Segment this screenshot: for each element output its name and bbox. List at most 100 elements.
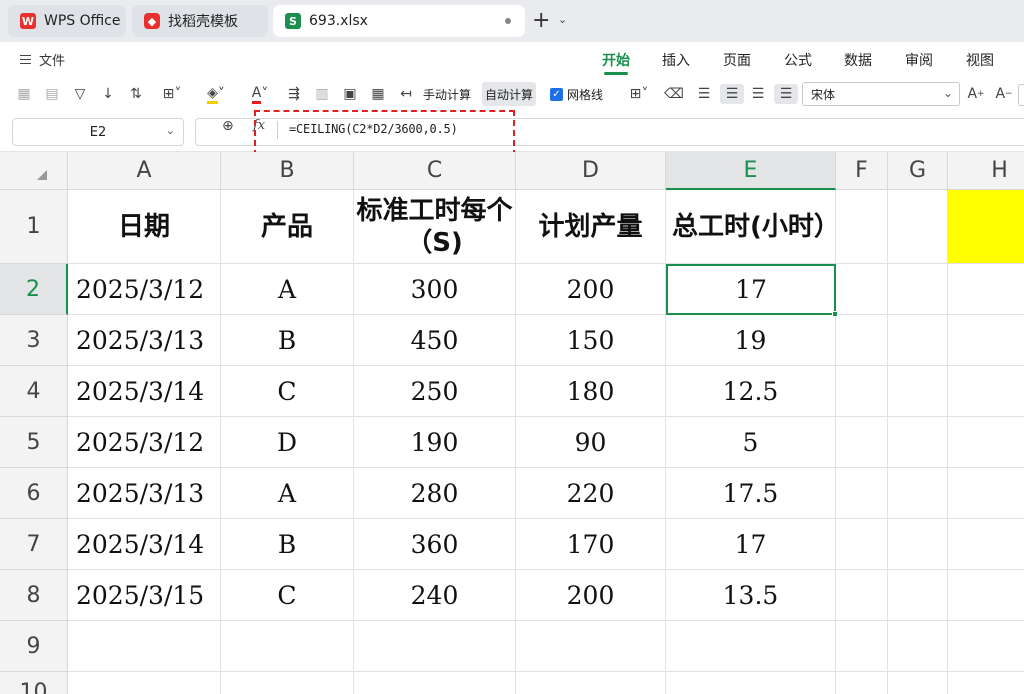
cell-d9[interactable] [516,621,666,672]
cell-c5[interactable]: 190 [354,417,516,468]
row-header-3[interactable]: 3 [0,315,68,366]
row-header-7[interactable]: 7 [0,519,68,570]
tab-home[interactable]: 开始 [602,50,630,75]
cell-d3[interactable]: 150 [516,315,666,366]
cell-b3[interactable]: B [221,315,354,366]
cell-d2[interactable]: 200 [516,264,666,315]
cell-a7[interactable]: 2025/3/14 [68,519,221,570]
cell-h5[interactable] [948,417,1024,468]
new-tab-plus-icon[interactable]: + [532,8,550,33]
cell-format-dropdown-icon[interactable]: ⊞˅ [624,84,654,104]
cell-h7[interactable] [948,519,1024,570]
cell-f7[interactable] [836,519,888,570]
font-color-icon[interactable]: A ˅ [244,84,276,104]
cell-b8[interactable]: C [221,570,354,621]
cell-d7[interactable]: 170 [516,519,666,570]
row-header-9[interactable]: 9 [0,621,68,672]
cell-c1[interactable]: 标准工时每个（S) [354,190,516,264]
cell-a4[interactable]: 2025/3/14 [68,366,221,417]
tab-docer-templates[interactable]: ◆ 找稻壳模板 [132,5,268,37]
cell-d5[interactable]: 90 [516,417,666,468]
tab-wps-office[interactable]: W WPS Office [8,5,126,37]
column-header-h[interactable]: H [948,152,1024,190]
cell-e8[interactable]: 13.5 [666,570,836,621]
recalc-icon[interactable]: ↤ [396,84,416,104]
font-size-select[interactable] [1018,84,1024,106]
row-header-6[interactable]: 6 [0,468,68,519]
cell-c6[interactable]: 280 [354,468,516,519]
clear-format-icon[interactable]: ⌫ [664,84,684,104]
cell-b2[interactable]: A [221,264,354,315]
column-header-c[interactable]: C [354,152,516,190]
cell-c2[interactable]: 300 [354,264,516,315]
cell-b1[interactable]: 产品 [221,190,354,264]
column-header-b[interactable]: B [221,152,354,190]
cell-g10[interactable] [888,672,948,694]
checkbox-checked-icon[interactable]: ✓ [550,87,563,101]
tab-693-xlsx[interactable]: S 693.xlsx [273,5,525,37]
cell-e3[interactable]: 19 [666,315,836,366]
cell-g6[interactable] [888,468,948,519]
cell-e7[interactable]: 17 [666,519,836,570]
cell-h3[interactable] [948,315,1024,366]
align-center-icon[interactable]: ☰ [720,84,744,104]
cell-c10[interactable] [354,672,516,694]
column-header-g[interactable]: G [888,152,948,190]
row-header-5[interactable]: 5 [0,417,68,468]
comment-icon[interactable]: ▣ [340,84,360,104]
cell-f2[interactable] [836,264,888,315]
cell-c3[interactable]: 450 [354,315,516,366]
cell-e1[interactable]: 总工时(小时） [666,190,836,264]
cell-b7[interactable]: B [221,519,354,570]
tab-review[interactable]: 审阅 [905,50,933,70]
tab-page[interactable]: 页面 [723,50,751,70]
increase-font-size-icon[interactable]: A + [964,84,988,104]
cell-h2[interactable] [948,264,1024,315]
cell-g8[interactable] [888,570,948,621]
column-header-d[interactable]: D [516,152,666,190]
tab-insert[interactable]: 插入 [662,50,690,70]
paste-icon[interactable]: ▤ [42,84,62,104]
cell-g9[interactable] [888,621,948,672]
cell-h4[interactable] [948,366,1024,417]
manual-calc-button[interactable]: 手动计算 [420,82,474,106]
cell-g5[interactable] [888,417,948,468]
cell-b9[interactable] [221,621,354,672]
fill-color-icon[interactable]: ◈ ˅ [198,84,234,104]
cell-a1[interactable]: 日期 [68,190,221,264]
cell-g4[interactable] [888,366,948,417]
table-style-icon[interactable]: ▦ [368,84,388,104]
sort-ascending-icon[interactable]: ↓ [98,84,118,104]
row-header-2[interactable]: 2 [0,264,68,315]
cell-f1[interactable] [836,190,888,264]
justify-icon[interactable]: ☰ [774,84,798,104]
cell-e4[interactable]: 12.5 [666,366,836,417]
cell-b4[interactable]: C [221,366,354,417]
cell-c4[interactable]: 250 [354,366,516,417]
cell-f3[interactable] [836,315,888,366]
tab-formulas[interactable]: 公式 [784,50,812,70]
align-left-icon[interactable]: ☰ [694,84,714,104]
cell-d4[interactable]: 180 [516,366,666,417]
cell-b10[interactable] [221,672,354,694]
filter-icon[interactable]: ▽ [70,84,90,104]
tab-data[interactable]: 数据 [844,50,872,70]
fill-handle[interactable] [832,311,838,317]
cell-e6[interactable]: 17.5 [666,468,836,519]
cell-e2[interactable]: 17 [666,264,836,315]
align-right-icon[interactable]: ☰ [748,84,768,104]
cell-h8[interactable] [948,570,1024,621]
cell-a6[interactable]: 2025/3/13 [68,468,221,519]
row-header-1[interactable]: 1 [0,190,68,264]
column-header-e[interactable]: E [666,152,836,190]
select-all-corner[interactable] [0,152,68,190]
cell-e10[interactable] [666,672,836,694]
cell-g2[interactable] [888,264,948,315]
cell-f4[interactable] [836,366,888,417]
cell-d1[interactable]: 计划产量 [516,190,666,264]
cell-e9[interactable] [666,621,836,672]
cell-h1[interactable] [948,190,1024,264]
cell-f8[interactable] [836,570,888,621]
cell-a9[interactable] [68,621,221,672]
unsaved-dot-icon[interactable] [505,18,511,24]
